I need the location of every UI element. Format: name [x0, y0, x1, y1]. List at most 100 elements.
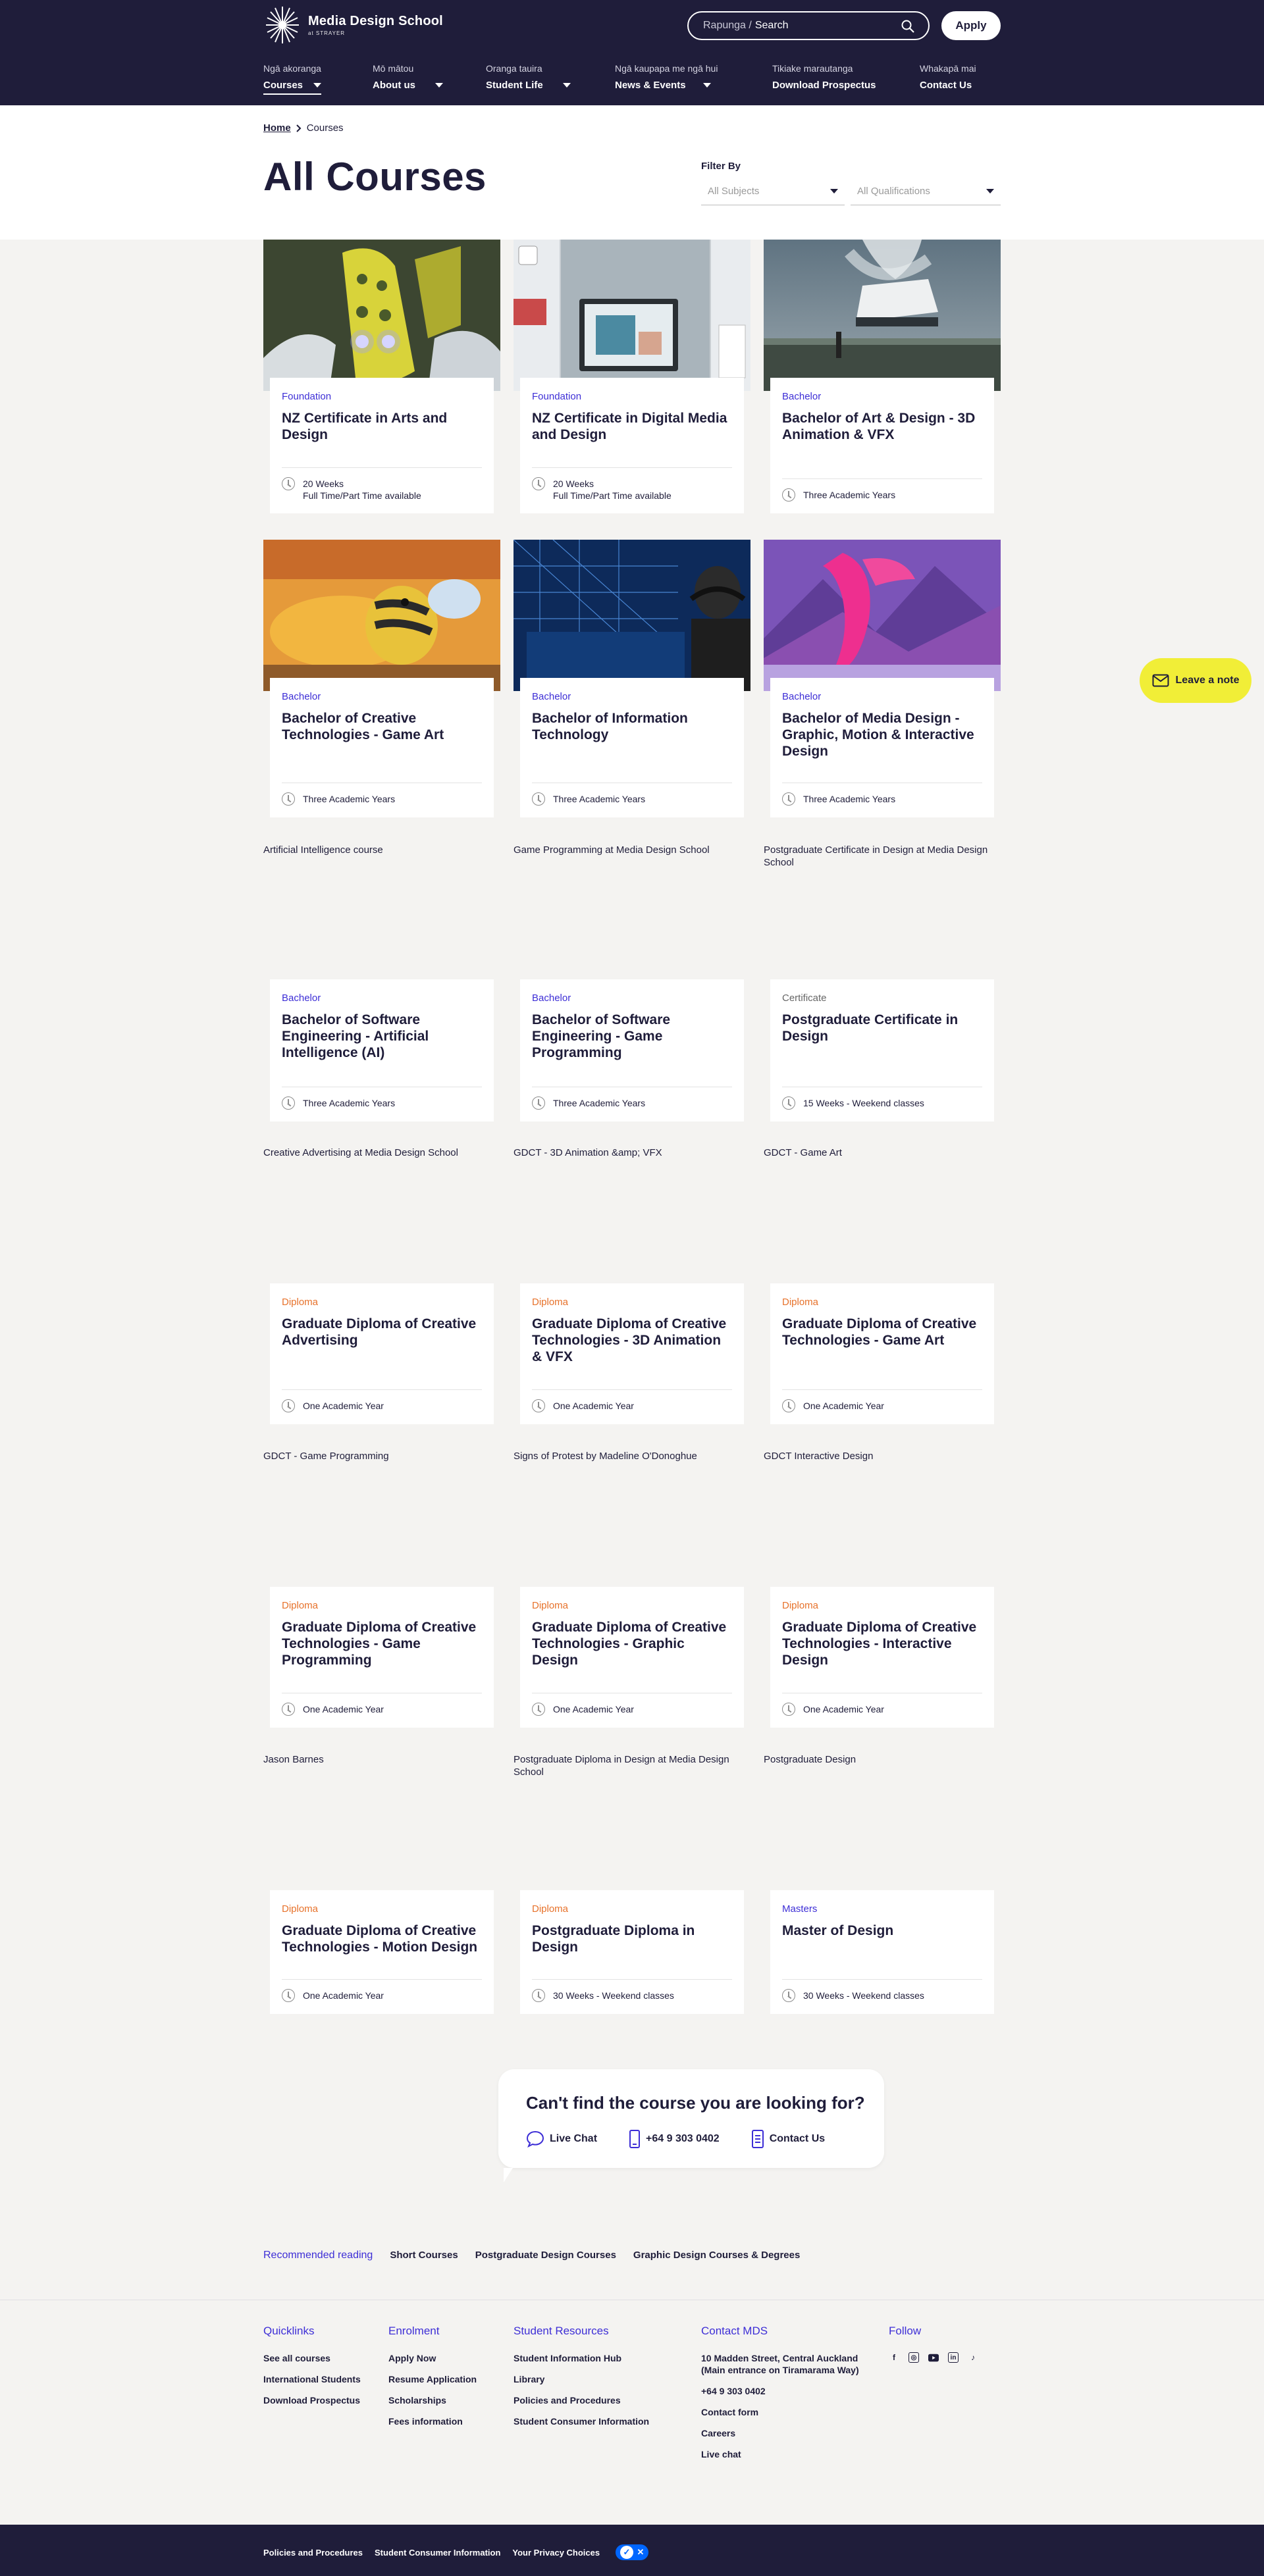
- footer-link[interactable]: Fees information: [388, 2415, 507, 2427]
- instagram-icon[interactable]: ◎: [908, 2352, 919, 2363]
- course-card-body: Certificate Postgraduate Certificate in …: [770, 979, 994, 1121]
- course-level: Bachelor: [532, 691, 571, 702]
- nav-item-courses[interactable]: Ngā akoranga Courses: [263, 63, 322, 95]
- duration-text: 30 Weeks - Weekend classes: [803, 1990, 924, 2001]
- apply-button[interactable]: Apply: [941, 11, 1001, 40]
- course-card[interactable]: Signs of Protest by Madeline O'Donoghue …: [514, 1450, 750, 1728]
- tiktok-icon[interactable]: ♪: [968, 2352, 978, 2363]
- privacy-choices-link[interactable]: Your Privacy Choices: [512, 2548, 600, 2558]
- course-level: Foundation: [532, 391, 582, 402]
- clock-icon: [282, 1399, 295, 1412]
- duration-text: 20 Weeks: [553, 478, 594, 489]
- course-card[interactable]: Artificial Intelligence course Bachelor …: [263, 844, 500, 1121]
- recommended-link[interactable]: Postgraduate Design Courses: [475, 2250, 616, 2261]
- footer-link[interactable]: See all courses: [263, 2352, 382, 2364]
- logo[interactable]: Media Design School at STRAYER: [263, 4, 443, 46]
- footer-link[interactable]: International Students: [263, 2373, 382, 2385]
- clock-icon: [282, 1096, 295, 1110]
- policies-link[interactable]: Policies and Procedures: [263, 2548, 363, 2558]
- footer-link[interactable]: Download Prospectus: [263, 2394, 382, 2406]
- nav-maori-label: Whakapā mai: [920, 63, 976, 74]
- nav-label: News & Events: [615, 80, 686, 91]
- course-level: Certificate: [782, 992, 827, 1004]
- course-card[interactable]: Bachelor Bachelor of Creative Technologi…: [263, 540, 500, 817]
- filter-label: Filter By: [701, 161, 741, 172]
- footer-link[interactable]: Student Information Hub: [514, 2352, 691, 2364]
- clock-icon: [282, 1703, 295, 1716]
- course-card[interactable]: GDCT - 3D Animation &amp; VFX Diploma Gr…: [514, 1146, 750, 1424]
- search-icon[interactable]: [901, 19, 915, 34]
- course-card[interactable]: Postgraduate Design Masters Master of De…: [764, 1753, 1001, 2014]
- contact-us-link[interactable]: Contact Us: [751, 2130, 825, 2148]
- live-chat-link[interactable]: Live Chat: [526, 2130, 597, 2148]
- course-card[interactable]: Foundation NZ Certificate in Digital Med…: [514, 240, 750, 513]
- privacy-toggle-icon[interactable]: ✓ ✕: [616, 2544, 649, 2560]
- phone-link[interactable]: +64 9 303 0402: [629, 2130, 720, 2148]
- nav-label: Contact Us: [920, 80, 972, 91]
- footer-link[interactable]: Live chat: [701, 2448, 879, 2460]
- footer-link[interactable]: Careers: [701, 2427, 879, 2439]
- clock-icon: [532, 1096, 545, 1110]
- course-level: Diploma: [532, 1297, 569, 1308]
- facebook-icon[interactable]: f: [889, 2352, 899, 2363]
- course-card[interactable]: Bachelor Bachelor of Information Technol…: [514, 540, 750, 817]
- clock-icon: [782, 1703, 795, 1716]
- footer-link[interactable]: Resume Application: [388, 2373, 507, 2385]
- duration-text: One Academic Year: [803, 1401, 884, 1411]
- course-card[interactable]: Foundation NZ Certificate in Arts and De…: [263, 240, 500, 513]
- course-card-body: Foundation NZ Certificate in Digital Med…: [520, 378, 744, 513]
- qualifications-select[interactable]: All Qualifications: [851, 178, 1001, 205]
- nav-label: Download Prospectus: [772, 80, 876, 91]
- qualifications-select-value: All Qualifications: [857, 186, 930, 197]
- course-card[interactable]: GDCT Interactive Design Diploma Graduate…: [764, 1450, 1001, 1728]
- nav-item-student-life[interactable]: Oranga tauira Student Life: [486, 63, 571, 93]
- footer-link[interactable]: Contact form: [701, 2406, 879, 2418]
- course-card[interactable]: GDCT - Game Art Diploma Graduate Diploma…: [764, 1146, 1001, 1424]
- course-title: Bachelor of Information Technology: [532, 711, 688, 742]
- nav-item-prospectus[interactable]: Tikiake marautanga Download Prospectus: [772, 63, 876, 93]
- breadcrumb-home-link[interactable]: Home: [263, 122, 291, 134]
- course-duration: One Academic Year: [282, 1389, 482, 1412]
- course-image-alt: Game Programming at Media Design School: [514, 844, 710, 856]
- consumer-info-link[interactable]: Student Consumer Information: [375, 2548, 500, 2558]
- linkedin-icon[interactable]: in: [948, 2352, 959, 2363]
- footer-link[interactable]: Scholarships: [388, 2394, 507, 2406]
- nav-item-about[interactable]: Mō mātou About us: [373, 63, 443, 93]
- divider: [532, 467, 732, 468]
- course-card[interactable]: Postgraduate Diploma in Design at Media …: [514, 1753, 750, 2014]
- course-card[interactable]: GDCT - Game Programming Diploma Graduate…: [263, 1450, 500, 1728]
- duration-text: 30 Weeks - Weekend classes: [553, 1990, 674, 2001]
- subjects-select[interactable]: All Subjects: [701, 178, 845, 205]
- nav-maori-label: Tikiake marautanga: [772, 63, 853, 74]
- duration-text: Three Academic Years: [303, 1098, 396, 1108]
- footer-link[interactable]: Student Consumer Information: [514, 2415, 691, 2427]
- course-image-alt: GDCT - Game Art: [764, 1147, 842, 1158]
- chevron-right-icon: [296, 124, 302, 132]
- nav-item-news-events[interactable]: Ngā kaupapa me ngā hui News & Events: [615, 63, 718, 93]
- course-card[interactable]: Creative Advertising at Media Design Sch…: [263, 1146, 500, 1424]
- youtube-icon[interactable]: [928, 2352, 939, 2363]
- course-card[interactable]: Bachelor Bachelor of Art & Design - 3D A…: [764, 240, 1001, 513]
- footer-link[interactable]: Policies and Procedures: [514, 2394, 691, 2406]
- course-duration: Three Academic Years: [532, 783, 732, 806]
- course-card[interactable]: Game Programming at Media Design School …: [514, 844, 750, 1121]
- course-level: Diploma: [532, 1903, 569, 1915]
- search-input[interactable]: Rapunga / Search: [687, 11, 930, 40]
- course-card[interactable]: Postgraduate Certificate in Design at Me…: [764, 844, 1001, 1121]
- recommended-link[interactable]: Short Courses: [390, 2250, 458, 2261]
- course-image: [514, 540, 750, 691]
- course-title: Graduate Diploma of Creative Technologie…: [532, 1316, 727, 1364]
- leave-a-note-button[interactable]: Leave a note: [1140, 658, 1251, 703]
- course-title: Graduate Diploma of Creative Technologie…: [282, 1923, 478, 1955]
- course-card[interactable]: Bachelor Bachelor of Media Design - Grap…: [764, 540, 1001, 817]
- nav-item-contact[interactable]: Whakapā mai Contact Us: [920, 63, 976, 93]
- course-duration: 30 Weeks - Weekend classes: [782, 1979, 982, 2002]
- duration-text: One Academic Year: [303, 1990, 384, 2001]
- course-card[interactable]: Jason Barnes Diploma Graduate Diploma of…: [263, 1753, 500, 2014]
- footer-phone[interactable]: +64 9 303 0402: [701, 2385, 879, 2397]
- duration-text: One Academic Year: [553, 1401, 634, 1411]
- chevron-down-icon: [435, 83, 443, 88]
- recommended-link[interactable]: Graphic Design Courses & Degrees: [633, 2250, 800, 2261]
- footer-link[interactable]: Apply Now: [388, 2352, 507, 2364]
- footer-link[interactable]: Library: [514, 2373, 691, 2385]
